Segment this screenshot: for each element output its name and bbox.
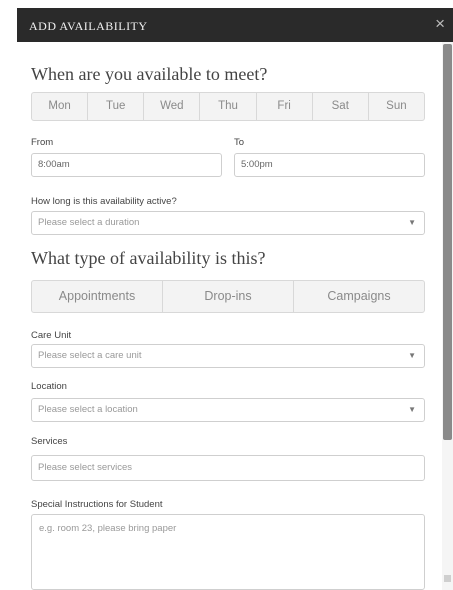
day-sat-button[interactable]: Sat: [313, 93, 369, 120]
instructions-textarea[interactable]: e.g. room 23, please bring paper: [31, 514, 425, 590]
caret-down-icon: ▼: [408, 351, 416, 360]
from-label: From: [31, 137, 54, 148]
care-unit-label: Care Unit: [31, 330, 72, 341]
modal-title: ADD AVAILABILITY: [29, 19, 148, 33]
day-mon-button[interactable]: Mon: [32, 93, 89, 120]
caret-down-icon: ▼: [408, 218, 416, 227]
to-time-input[interactable]: 5:00pm: [234, 153, 425, 177]
duration-select-value: Please select a duration: [38, 217, 140, 228]
location-select-value: Please select a location: [38, 404, 138, 415]
services-label: Services: [31, 436, 68, 447]
type-appointments-button[interactable]: Appointments: [32, 281, 163, 312]
care-unit-select-value: Please select a care unit: [38, 350, 142, 361]
day-wed-button[interactable]: Wed: [144, 93, 201, 120]
type-campaigns-button[interactable]: Campaigns: [294, 281, 424, 312]
caret-down-icon: ▼: [408, 405, 416, 414]
modal-header: ADD AVAILABILITY ×: [17, 8, 453, 42]
close-icon[interactable]: ×: [435, 14, 445, 34]
type-heading: What type of availability is this?: [31, 248, 266, 268]
care-unit-select[interactable]: Please select a care unit ▼: [31, 344, 425, 368]
duration-select[interactable]: Please select a duration ▼: [31, 211, 425, 235]
location-label: Location: [31, 381, 67, 392]
add-availability-modal: ADD AVAILABILITY × When are you availabl…: [17, 0, 453, 590]
day-sun-button[interactable]: Sun: [369, 93, 424, 120]
scrollbar-thumb[interactable]: [443, 44, 452, 440]
availability-heading: When are you available to meet?: [31, 64, 268, 84]
duration-label: How long is this availability active?: [31, 196, 177, 207]
from-time-input[interactable]: 8:00am: [31, 153, 222, 177]
day-fri-button[interactable]: Fri: [257, 93, 313, 120]
to-label: To: [234, 137, 245, 148]
day-selector: Mon Tue Wed Thu Fri Sat Sun: [31, 92, 425, 121]
day-thu-button[interactable]: Thu: [200, 93, 257, 120]
type-drop-ins-button[interactable]: Drop-ins: [163, 281, 294, 312]
services-input[interactable]: Please select services: [31, 455, 425, 481]
modal-scrollbar[interactable]: [442, 42, 453, 590]
availability-type-selector: Appointments Drop-ins Campaigns: [31, 280, 425, 313]
instructions-label: Special Instructions for Student: [31, 499, 163, 510]
scroll-down-arrow-icon[interactable]: [444, 575, 451, 582]
day-tue-button[interactable]: Tue: [88, 93, 145, 120]
location-select[interactable]: Please select a location ▼: [31, 398, 425, 422]
